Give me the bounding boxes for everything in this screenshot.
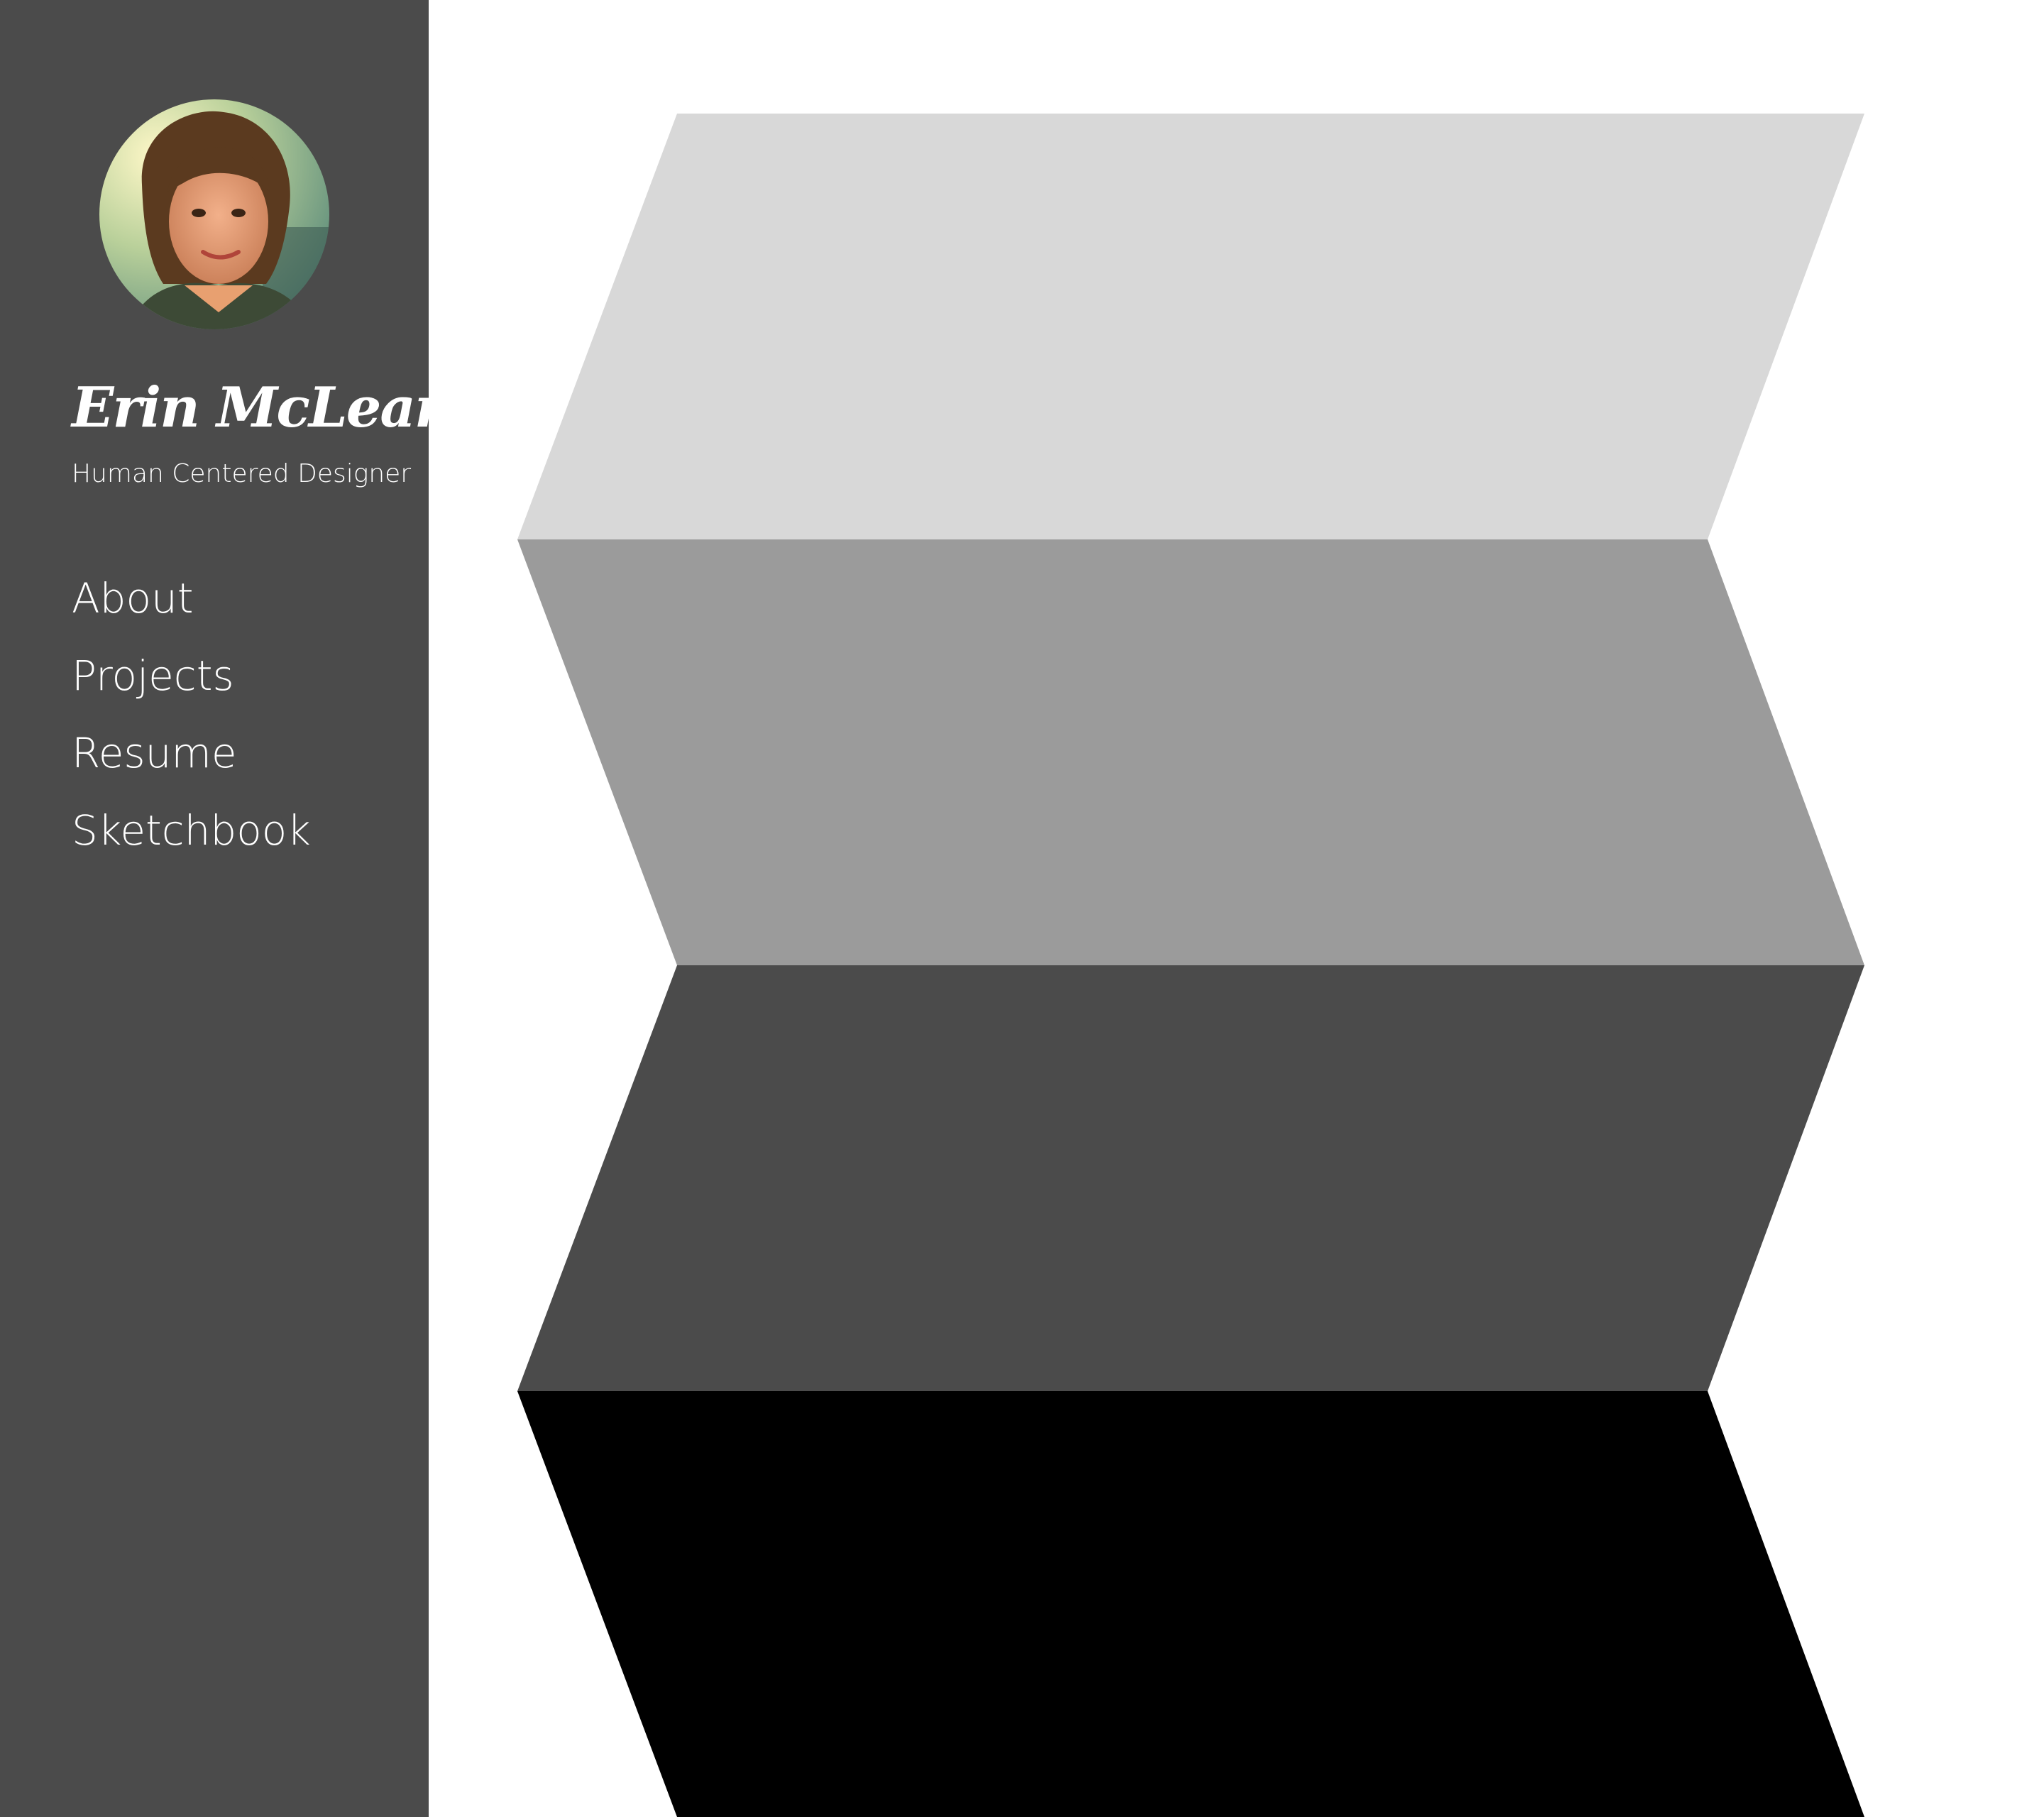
profile-photo-icon bbox=[99, 99, 329, 329]
chevron-panels bbox=[517, 114, 1864, 1817]
chevron-panel-3[interactable] bbox=[517, 965, 1864, 1391]
nav-link-projects[interactable]: Projects bbox=[72, 645, 234, 706]
chevron-panel-4[interactable] bbox=[517, 1391, 1864, 1817]
nav-link-sketchbook[interactable]: Sketchbook bbox=[72, 800, 311, 861]
main-content bbox=[429, 0, 2044, 1817]
sidebar: Erin McLean Human Centered Designer Abou… bbox=[0, 0, 455, 1817]
nav-item-resume: Resume bbox=[72, 723, 311, 800]
profile-name: Erin McLean bbox=[72, 375, 455, 440]
nav-item-about: About bbox=[72, 568, 311, 645]
profile-tagline: Human Centered Designer bbox=[72, 459, 412, 488]
nav-item-sketchbook: Sketchbook bbox=[72, 800, 311, 877]
chevron-panel-1[interactable] bbox=[517, 114, 1864, 539]
page: Erin McLean Human Centered Designer Abou… bbox=[0, 0, 2044, 1817]
sidebar-nav: About Projects Resume Sketchbook bbox=[72, 568, 311, 877]
nav-link-about[interactable]: About bbox=[72, 568, 193, 629]
chevron-panel-2[interactable] bbox=[517, 539, 1864, 965]
nav-link-resume[interactable]: Resume bbox=[72, 723, 237, 784]
avatar[interactable] bbox=[99, 99, 329, 329]
nav-item-projects: Projects bbox=[72, 645, 311, 723]
